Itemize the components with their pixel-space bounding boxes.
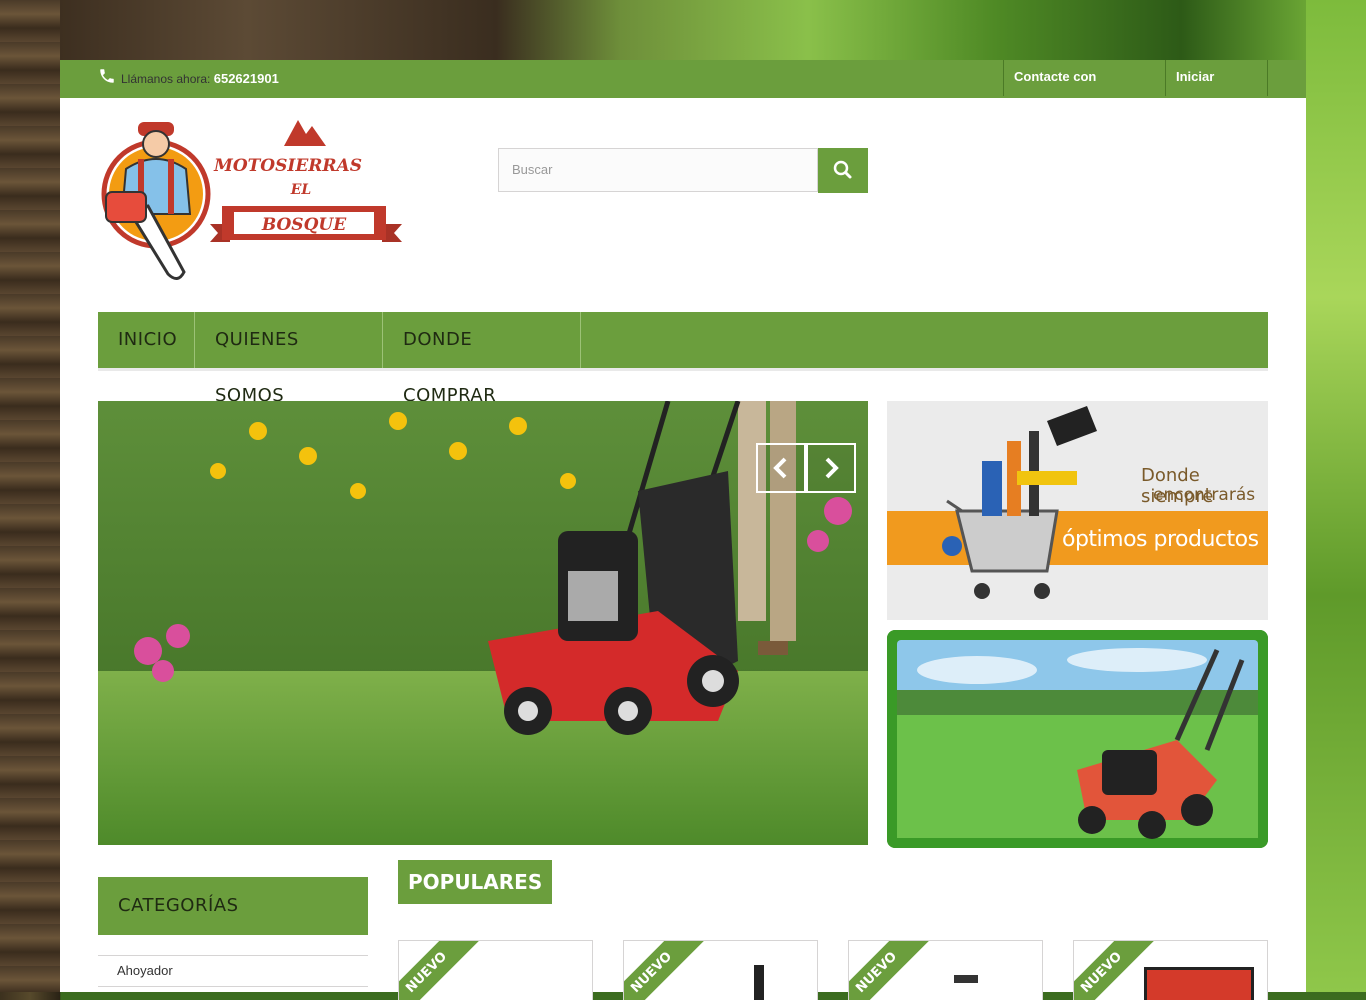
call-us: Llámanos ahora: 652621901: [121, 71, 279, 86]
background-forest-right: [1306, 0, 1366, 992]
product-thumbnail: [954, 975, 978, 983]
slider-prev-button[interactable]: [756, 443, 806, 493]
main-nav: INICIO QUIENES SOMOS DONDE COMPRAR: [98, 312, 1268, 406]
chevron-right-icon: [825, 457, 839, 479]
topbar: Llámanos ahora: 652621901 Contacte con n…: [60, 60, 1306, 117]
nav-item-donde-comprar[interactable]: DONDE COMPRAR: [383, 312, 581, 406]
new-badge: NUEVO: [399, 941, 480, 1000]
search-icon: [833, 160, 852, 179]
search-input[interactable]: Buscar: [498, 148, 818, 192]
logo[interactable]: MOTOSIERRAS EL BOSQUE: [98, 114, 403, 286]
product-card[interactable]: NUEVO: [848, 940, 1043, 1000]
logo-line2: EL: [290, 182, 312, 198]
slide-image-lawnmower: [98, 401, 868, 845]
category-item[interactable]: Ahoyador: [98, 955, 368, 987]
product-card[interactable]: NUEVO: [623, 940, 818, 1000]
banner-tools-image: [887, 401, 1268, 620]
nav-item-inicio[interactable]: INICIO: [98, 312, 195, 368]
new-badge: NUEVO: [1074, 941, 1155, 1000]
chevron-left-icon: [773, 457, 787, 479]
product-card[interactable]: NUEVO: [398, 940, 593, 1000]
banner-tools-line3: óptimos productos: [1062, 527, 1259, 552]
banner-mower[interactable]: [887, 630, 1268, 848]
banner-mower-image: [887, 630, 1268, 848]
page-container: Llámanos ahora: 652621901 Contacte con n…: [60, 60, 1306, 1000]
logo-line1: MOTOSIERRAS: [213, 156, 362, 176]
banner-tools[interactable]: Donde siempre encontrarás óptimos produc…: [887, 401, 1268, 620]
banner-tools-line2: encontrarás: [1153, 485, 1256, 505]
slider-next-button[interactable]: [806, 443, 856, 493]
logo-line3: BOSQUE: [261, 215, 347, 235]
new-badge: NUEVO: [849, 941, 930, 1000]
categories-title: CATEGORÍAS: [98, 877, 368, 935]
product-thumbnail: [754, 965, 764, 1000]
background-forest-top: [60, 0, 1306, 60]
background-trunk-left: [0, 0, 60, 992]
search-button[interactable]: [818, 148, 868, 193]
nav-item-quienes-somos[interactable]: QUIENES SOMOS: [195, 312, 383, 406]
login-link[interactable]: Iniciar sesión: [1166, 60, 1268, 117]
new-badge: NUEVO: [624, 941, 705, 1000]
hero-slider[interactable]: [98, 401, 868, 845]
call-label: Llámanos ahora:: [121, 72, 211, 86]
product-card[interactable]: NUEVO: [1073, 940, 1268, 1000]
popular-title: POPULARES: [398, 860, 553, 904]
phone-icon: [100, 69, 114, 83]
contact-link[interactable]: Contacte con nosotros: [1003, 60, 1166, 117]
call-number[interactable]: 652621901: [214, 71, 279, 86]
product-thumbnail: [1144, 967, 1254, 1000]
